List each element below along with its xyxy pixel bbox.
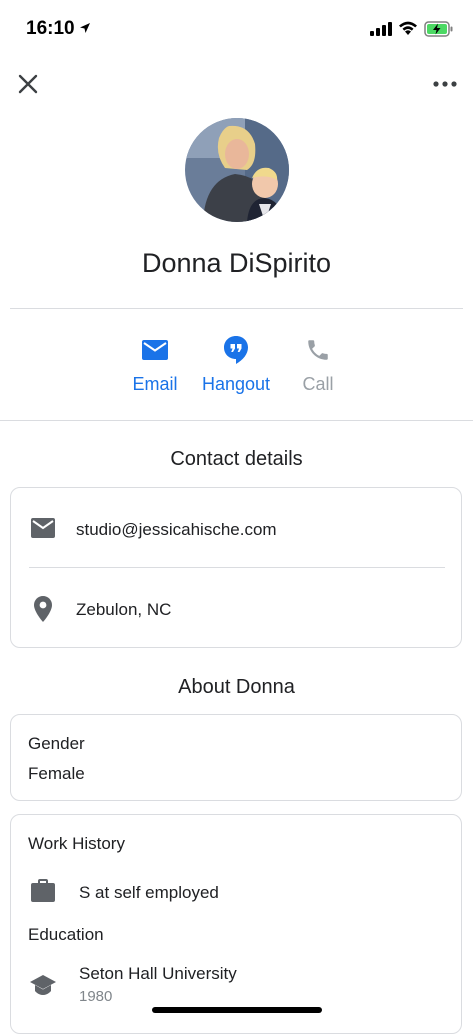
- close-icon: [18, 74, 38, 94]
- status-time: 16:10: [26, 18, 75, 39]
- email-icon: [31, 518, 55, 538]
- education-label: Education: [28, 925, 104, 944]
- work-history-value: S at self employed: [79, 883, 219, 902]
- gender-value: Female: [28, 764, 85, 783]
- location-arrow-icon: [79, 21, 91, 39]
- profile-photo: [185, 118, 289, 222]
- status-bar: 16:10: [0, 0, 473, 60]
- home-indicator[interactable]: [152, 1007, 322, 1013]
- education-school: Seton Hall University: [79, 964, 237, 983]
- avatar: [185, 118, 289, 222]
- divider: [10, 308, 463, 309]
- gender-card: Gender Female: [10, 714, 462, 801]
- education-year: 1980: [79, 988, 113, 1005]
- wifi-icon: [398, 20, 418, 41]
- email-action-button[interactable]: Email: [122, 334, 188, 395]
- hangout-action-button[interactable]: Hangout: [196, 334, 276, 395]
- hangout-icon: [224, 336, 248, 364]
- work-history-label: Work History: [28, 834, 125, 853]
- graduation-cap-icon: [29, 973, 57, 1002]
- contact-details-card: studio@jessicahische.com Zebulon, NC: [10, 487, 462, 648]
- hangout-action-label: Hangout: [201, 374, 271, 394]
- gender-label: Gender: [28, 734, 85, 753]
- contact-name: Donna DiSpirito: [141, 248, 332, 278]
- more-options-button[interactable]: [428, 70, 462, 98]
- location-pin-icon: [33, 595, 53, 628]
- divider: [0, 420, 473, 421]
- cellular-signal-icon: [370, 22, 392, 41]
- email-action-label: Email: [132, 374, 178, 394]
- contact-details-heading: Contact details: [170, 448, 303, 470]
- email-icon: [142, 340, 168, 360]
- email-address[interactable]: studio@jessicahische.com: [76, 520, 277, 540]
- battery-charging-icon: [424, 20, 454, 43]
- close-button[interactable]: [14, 70, 42, 98]
- call-action-label: Call: [302, 374, 334, 394]
- more-horizontal-icon: [433, 81, 457, 87]
- call-action-button[interactable]: Call: [290, 334, 346, 395]
- work-education-card: Work History S at self employed Educatio…: [10, 814, 462, 1034]
- email-row-icon: [30, 517, 56, 544]
- divider: [29, 567, 445, 568]
- phone-icon: [308, 340, 328, 360]
- location-text[interactable]: Zebulon, NC: [76, 600, 171, 620]
- about-heading: About Donna: [178, 676, 295, 698]
- briefcase-icon: [30, 879, 56, 908]
